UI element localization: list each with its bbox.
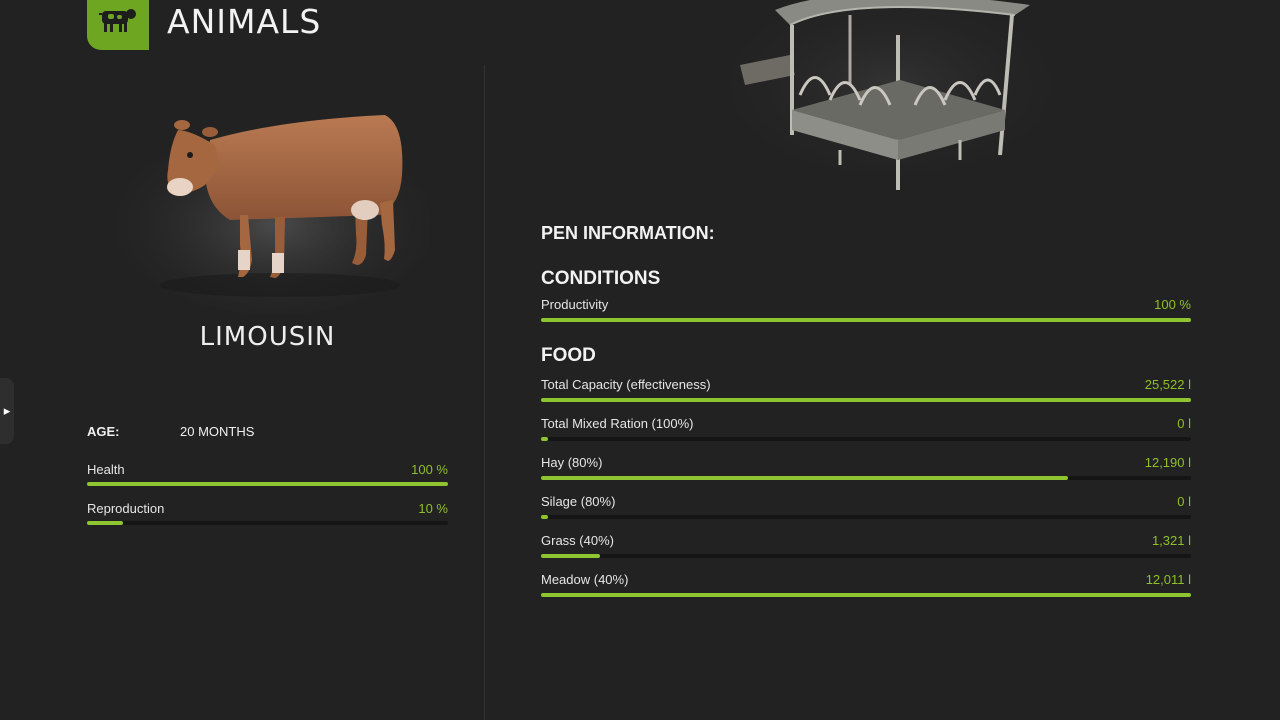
food-item-bar-fill [541, 593, 1191, 597]
animal-breed-name: LIMOUSIN [199, 322, 336, 352]
food-item-bar [541, 398, 1191, 402]
productivity-stat: Productivity 100 % [541, 297, 1191, 327]
cow-icon [99, 9, 136, 32]
health-stat: Health 100 % [87, 462, 448, 492]
food-item-bar [541, 554, 1191, 558]
pen-image [710, 0, 1060, 195]
productivity-bar-fill [541, 318, 1191, 322]
food-item-bar [541, 515, 1191, 519]
food-item-label: Hay (80%) [541, 455, 603, 470]
age-label: AGE: [87, 424, 120, 439]
food-heading: FOOD [541, 345, 596, 366]
food-item-label: Total Capacity (effectiveness) [541, 377, 711, 392]
health-label: Health [87, 462, 125, 477]
reproduction-value: 10 % [418, 501, 448, 516]
food-item-bar-fill [541, 398, 1191, 402]
food-item-value: 25,522 l [1144, 377, 1191, 392]
health-bar [87, 482, 448, 486]
food-item-bar [541, 476, 1191, 480]
conditions-heading: CONDITIONS [541, 268, 661, 289]
panel-divider [484, 65, 485, 720]
reproduction-label: Reproduction [87, 501, 165, 516]
age-value: 20 MONTHS [180, 424, 255, 439]
food-item: Total Mixed Ration (100%) 0 l [541, 416, 1191, 446]
page-title: ANIMALS [167, 2, 322, 41]
food-item: Silage (80%) 0 l [541, 494, 1191, 524]
food-item-bar-fill [541, 515, 548, 519]
food-item-label: Silage (80%) [541, 494, 616, 509]
productivity-label: Productivity [541, 297, 609, 312]
health-bar-fill [87, 482, 448, 486]
food-item: Grass (40%) 1,321 l [541, 533, 1191, 563]
food-item-bar-fill [541, 554, 600, 558]
health-value: 100 % [411, 462, 448, 477]
food-item-value: 12,011 l [1145, 572, 1191, 587]
food-item-value: 0 l [1177, 416, 1191, 431]
reproduction-bar [87, 521, 448, 525]
food-item: Total Capacity (effectiveness) 25,522 l [541, 377, 1191, 407]
chevron-right-icon: ▸ [3, 403, 11, 418]
food-item-value: 0 l [1177, 494, 1191, 509]
reproduction-bar-fill [87, 521, 124, 525]
productivity-bar [541, 318, 1191, 322]
food-item-bar [541, 437, 1191, 441]
food-item-bar [541, 593, 1191, 597]
side-panel-toggle[interactable]: ▸ [0, 378, 14, 444]
productivity-value: 100 % [1154, 297, 1191, 312]
animal-image [110, 115, 430, 315]
food-item: Hay (80%) 12,190 l [541, 455, 1191, 485]
food-item-bar-fill [541, 437, 548, 441]
food-item-label: Meadow (40%) [541, 572, 629, 587]
animals-category-icon [87, 0, 149, 50]
food-item: Meadow (40%) 12,011 l [541, 572, 1191, 602]
reproduction-stat: Reproduction 10 % [87, 501, 448, 531]
pen-information-heading: PEN INFORMATION: [541, 223, 715, 243]
food-item-label: Grass (40%) [541, 533, 614, 548]
food-item-value: 1,321 l [1151, 533, 1191, 548]
food-item-value: 12,190 l [1144, 455, 1191, 470]
food-item-bar-fill [541, 476, 1068, 480]
food-item-label: Total Mixed Ration (100%) [541, 416, 694, 431]
